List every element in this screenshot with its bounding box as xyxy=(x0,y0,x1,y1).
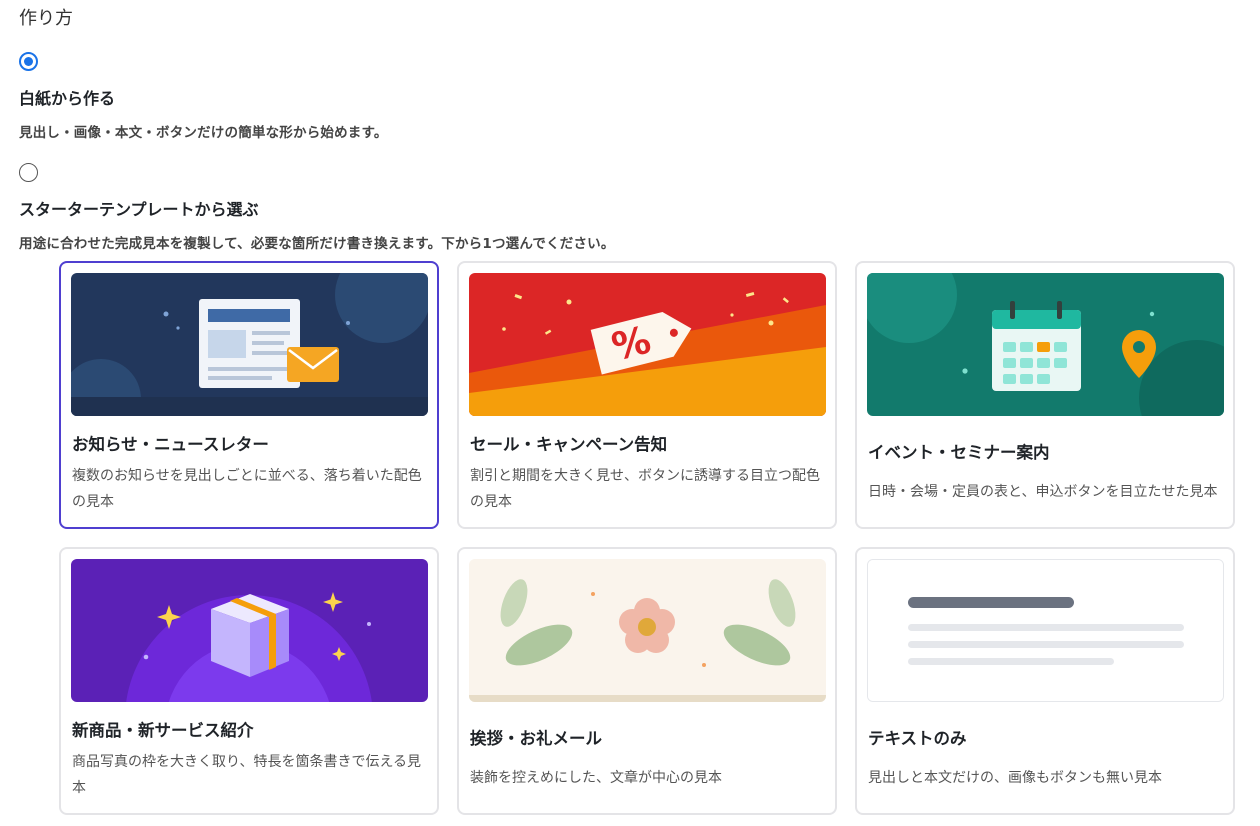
template-title: お知らせ・ニュースレター xyxy=(72,435,269,454)
option-title-blank: 白紙から作る xyxy=(19,89,116,108)
template-description: 割引と期間を大きく見せ、ボタンに誘導する目立つ配色の見本 xyxy=(470,468,820,510)
newsletter-envelope-icon xyxy=(71,273,428,416)
section-heading: 作り方 xyxy=(19,8,73,29)
template-description: 商品写真の枠を大きく取り、特長を箇条書きで伝える見本 xyxy=(72,754,422,796)
template-card-product[interactable]: 新商品・新サービス紹介 商品写真の枠を大きく取り、特長を箇条書きで伝える見本 xyxy=(59,547,439,815)
option-title-starter: スターターテンプレートから選ぶ xyxy=(19,200,259,219)
product-box-icon xyxy=(71,559,428,702)
template-description: 日時・会場・定員の表と、申込ボタンを目立たせた見本 xyxy=(868,484,1218,500)
template-card-text-only[interactable]: テキストのみ 見出しと本文だけの、画像もボタンも無い見本 xyxy=(855,547,1235,815)
template-description: 見出しと本文だけの、画像もボタンも無い見本 xyxy=(868,770,1162,786)
template-title: テキストのみ xyxy=(868,729,967,748)
template-card-newsletter[interactable]: お知らせ・ニュースレター 複数のお知らせを見出しごとに並べる、落ち着いた配色の見… xyxy=(59,261,439,529)
template-card-greeting[interactable]: 挨拶・お礼メール 装飾を控えめにした、文章が中心の見本 xyxy=(457,547,837,815)
template-title: 挨拶・お礼メール xyxy=(470,729,602,748)
radio-starter-template[interactable] xyxy=(19,163,38,182)
radio-blank[interactable] xyxy=(19,52,38,71)
percent-tag-icon: % xyxy=(469,273,826,416)
template-card-event[interactable]: イベント・セミナー案内 日時・会場・定員の表と、申込ボタンを目立たせた見本 xyxy=(855,261,1235,529)
text-lines-icon xyxy=(867,559,1224,702)
option-desc-blank: 見出し・画像・本文・ボタンだけの簡単な形から始めます。 xyxy=(19,125,388,141)
template-title: 新商品・新サービス紹介 xyxy=(72,721,254,740)
template-description: 装飾を控えめにした、文章が中心の見本 xyxy=(470,770,722,786)
calendar-pin-icon xyxy=(867,273,1224,416)
template-title: イベント・セミナー案内 xyxy=(868,443,1050,462)
template-card-sale[interactable]: % セール・キャンペーン告知 割引と期間を大きく見せ、ボタンに誘導する目立つ配色… xyxy=(457,261,837,529)
flower-leaves-icon xyxy=(469,559,826,702)
template-description: 複数のお知らせを見出しごとに並べる、落ち着いた配色の見本 xyxy=(72,468,422,510)
option-desc-starter: 用途に合わせた完成見本を複製して、必要な箇所だけ書き換えます。下から1つ選んでく… xyxy=(19,236,615,252)
template-title: セール・キャンペーン告知 xyxy=(470,435,668,454)
